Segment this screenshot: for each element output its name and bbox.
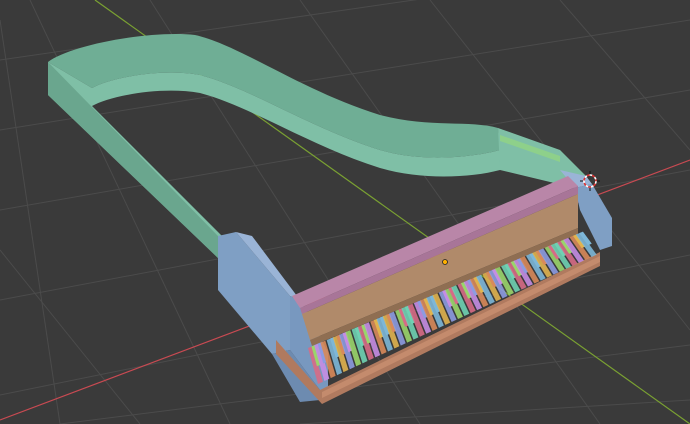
viewport-canvas[interactable] [0, 0, 690, 424]
3d-viewport[interactable] [0, 0, 690, 424]
object-origin-dot[interactable] [442, 259, 448, 265]
